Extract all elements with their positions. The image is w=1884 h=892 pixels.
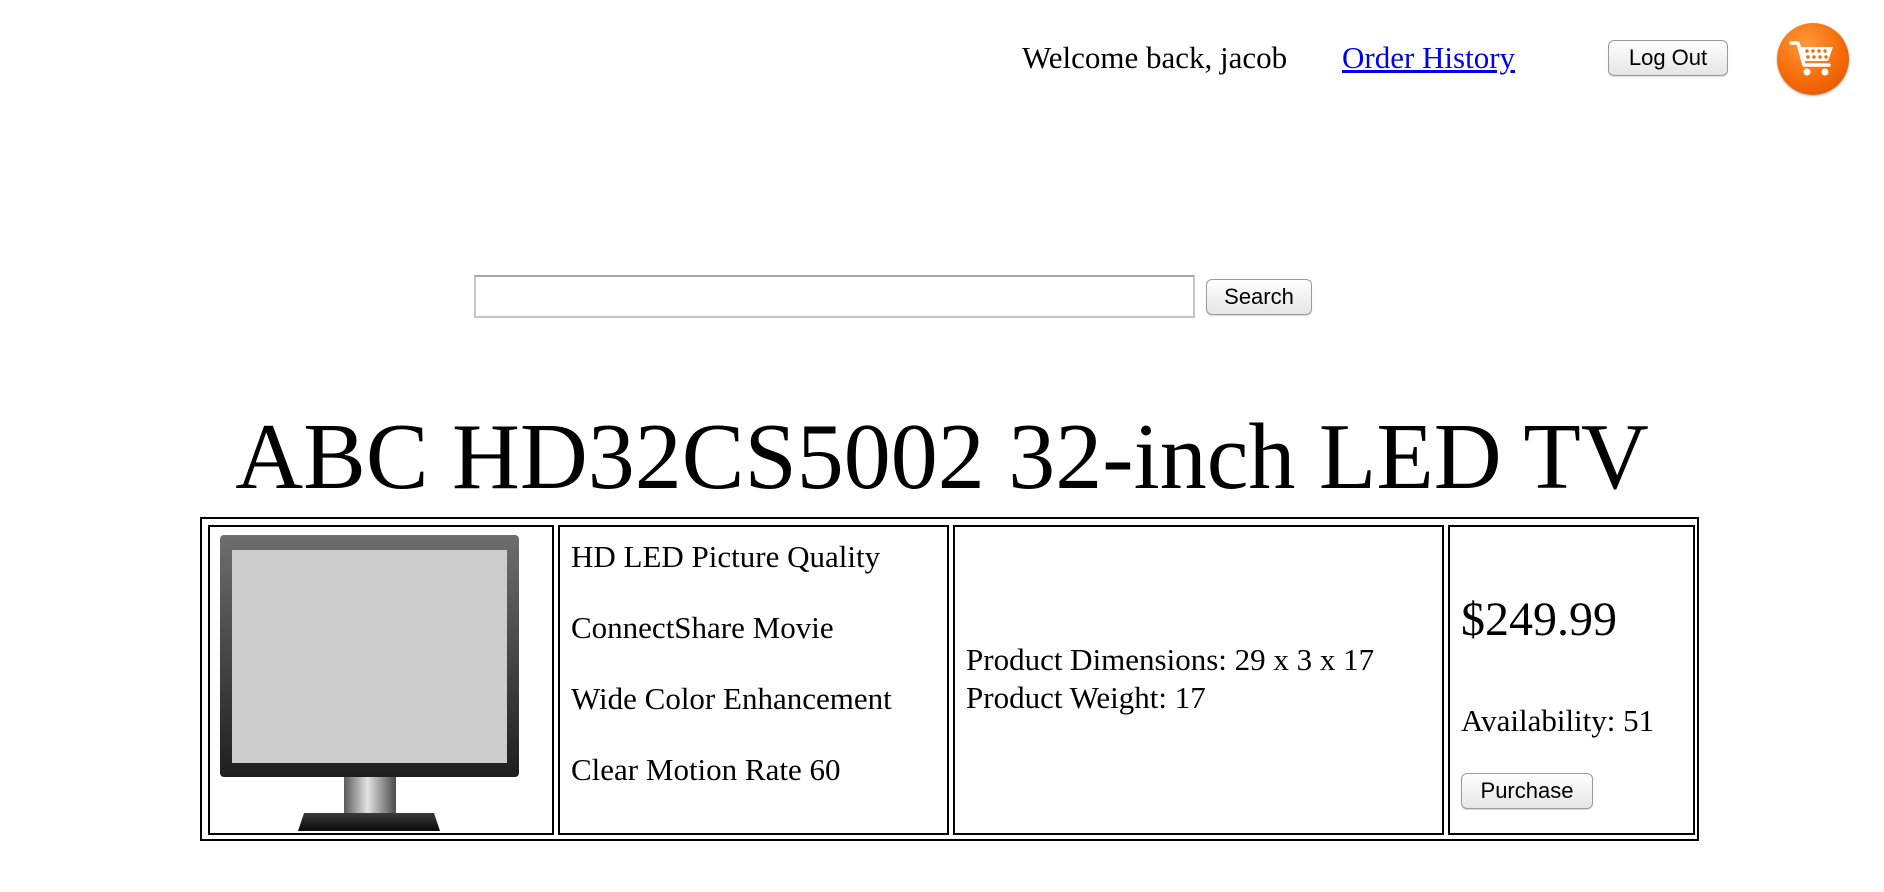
header: Welcome back, jacob Order History Log Ou… <box>0 0 1884 110</box>
product-title: ABC HD32CS5002 32-inch LED TV <box>235 405 1649 509</box>
specs-block: Product Dimensions: 29 x 3 x 17 Product … <box>966 641 1374 717</box>
logout-button[interactable]: Log Out <box>1608 40 1728 76</box>
feature-item: ConnectShare Movie <box>571 610 834 645</box>
feature-item: Wide Color Enhancement <box>571 681 892 716</box>
product-table: HD LED Picture Quality ConnectShare Movi… <box>200 517 1699 841</box>
purchase-button[interactable]: Purchase <box>1461 773 1593 809</box>
shopping-cart-button[interactable] <box>1777 23 1849 95</box>
tv-monitor-icon <box>220 535 519 831</box>
search-button[interactable]: Search <box>1206 279 1312 315</box>
features-list: HD LED Picture Quality ConnectShare Movi… <box>571 537 892 821</box>
product-weight: Product Weight: 17 <box>966 680 1206 715</box>
shopping-cart-icon <box>1789 41 1833 76</box>
product-dimensions: Product Dimensions: 29 x 3 x 17 <box>966 642 1375 677</box>
product-features-cell: HD LED Picture Quality ConnectShare Movi… <box>558 525 949 835</box>
feature-item: Clear Motion Rate 60 <box>571 752 841 787</box>
product-purchase-cell: $249.99 Availability: 51 Purchase <box>1448 525 1695 835</box>
product-price: $249.99 <box>1461 593 1617 646</box>
order-history-link[interactable]: Order History <box>1342 38 1515 78</box>
welcome-message: Welcome back, jacob <box>1022 40 1288 75</box>
product-image-cell <box>208 525 554 835</box>
product-availability: Availability: 51 <box>1461 703 1655 738</box>
search-input[interactable] <box>474 275 1195 318</box>
feature-item: HD LED Picture Quality <box>571 539 881 574</box>
product-specs-cell: Product Dimensions: 29 x 3 x 17 Product … <box>953 525 1444 835</box>
